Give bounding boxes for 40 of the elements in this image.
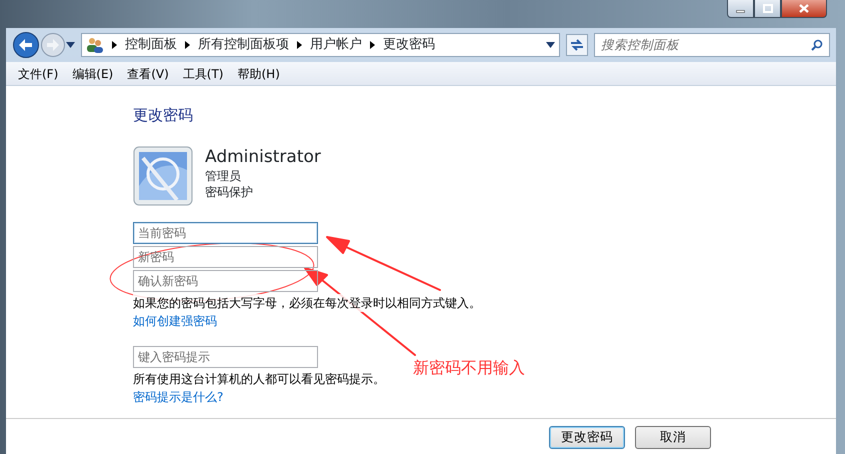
users-icon bbox=[86, 37, 104, 53]
maximize-button[interactable] bbox=[754, 0, 781, 18]
chevron-icon bbox=[185, 41, 190, 49]
hint-help-link[interactable]: 密码提示是什么? bbox=[133, 388, 224, 406]
page-title: 更改密码 bbox=[133, 105, 194, 125]
password-field[interactable]: 当前密码 bbox=[133, 222, 318, 244]
search-icon bbox=[811, 39, 823, 51]
user-status: 密码保护 bbox=[205, 184, 254, 200]
hint-field[interactable]: 键入密码提示 bbox=[133, 346, 318, 368]
minimize-button[interactable] bbox=[727, 0, 754, 18]
annotation-text: 新密码不用输入 bbox=[413, 358, 525, 378]
password-field[interactable]: 确认新密码 bbox=[133, 270, 318, 292]
back-button[interactable] bbox=[12, 31, 40, 59]
chevron-icon bbox=[370, 41, 375, 49]
menu-item[interactable]: 文件(F) bbox=[12, 64, 64, 82]
dialog-button[interactable]: 更改密码 bbox=[549, 426, 625, 449]
menu-item[interactable]: 帮助(H) bbox=[232, 64, 286, 82]
dialog-button[interactable]: 取消 bbox=[635, 426, 711, 449]
refresh-button[interactable] bbox=[566, 34, 588, 56]
chevron-icon bbox=[112, 41, 117, 49]
minimize-icon bbox=[736, 10, 745, 13]
search-field[interactable]: 搜索控制面板 bbox=[594, 33, 830, 57]
breadcrumb[interactable]: 更改密码 bbox=[383, 35, 435, 55]
menu-item[interactable]: 查看(V) bbox=[121, 64, 175, 82]
address-bar[interactable]: 控制面板 所有控制面板项 用户帐户 更改密码 bbox=[81, 33, 560, 57]
close-icon bbox=[798, 3, 810, 14]
user-avatar bbox=[133, 146, 193, 206]
close-button[interactable] bbox=[781, 0, 827, 18]
menu-item[interactable]: 编辑(E) bbox=[66, 64, 120, 82]
chevron-icon bbox=[297, 41, 302, 49]
menu-item[interactable]: 工具(T) bbox=[176, 64, 230, 82]
breadcrumb[interactable]: 控制面板 bbox=[125, 35, 177, 55]
breadcrumb[interactable]: 用户帐户 bbox=[310, 35, 362, 55]
breadcrumb[interactable]: 所有控制面板项 bbox=[198, 35, 289, 55]
maximize-icon bbox=[762, 3, 774, 14]
strong-password-link[interactable]: 如何创建强密码 bbox=[133, 312, 217, 330]
dropdown-arrow-icon[interactable] bbox=[546, 42, 555, 48]
user-name: Administrator bbox=[205, 146, 321, 168]
user-role: 管理员 bbox=[205, 168, 242, 184]
dropdown-arrow-icon[interactable] bbox=[66, 42, 75, 48]
